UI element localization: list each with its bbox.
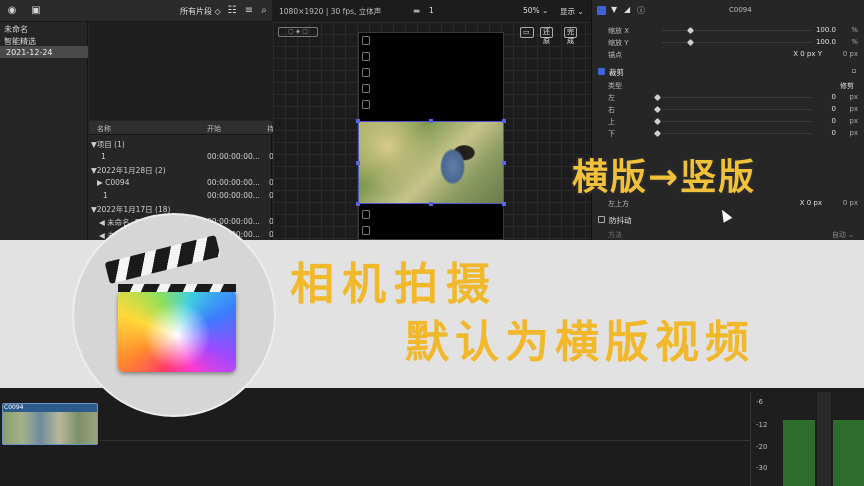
library-item[interactable]: 未命名 [4,24,28,35]
transform-handle[interactable] [356,202,360,206]
method-row[interactable]: 方法 自动 ⌄ [600,228,862,240]
anchor-row[interactable]: 锚点 X 0 px Y0 px [600,48,862,60]
transform-handle[interactable] [356,161,360,165]
display-select[interactable]: 显示 ⌄ [560,6,584,17]
stabilization-checkbox [598,216,605,223]
transform-handle[interactable] [502,161,506,165]
audio-meter-divider [817,392,831,486]
filmstrip-hole [362,52,370,61]
audio-inspector-icon[interactable]: ◢ [624,5,630,14]
crop-right-row[interactable]: 右 0 px [600,103,862,115]
banner-line-2: 默认为横版视频 [405,317,755,368]
transform-handle[interactable] [356,119,360,123]
list-row[interactable]: ▶ C0094 00:00:00:00... 0 [89,176,274,189]
inspector-toolbar: ▼ ◢ ⓘ C0094 [591,5,864,20]
video-frame-image[interactable] [358,121,504,204]
inspector-clip-name: C0094 [729,6,752,14]
audio-meter-right [833,420,864,486]
viewer-toolbar: 1080×1920 | 30 fps, 立体声 ▬ 1 50% ⌄ 显示 ⌄ [273,6,590,20]
clip-filter-select[interactable]: 所有片段 ◇ [180,6,221,17]
project-name: 1 [429,6,434,15]
meter-tick: -20 [756,443,768,451]
filmstrip-hole [362,226,370,235]
meter-tick: -30 [756,464,768,472]
clip-appearance-icon[interactable]: ☷ [226,5,238,17]
reset-button[interactable]: 还原 [540,27,553,45]
transform-handle[interactable] [429,119,433,123]
timeline-clip-thumbnail [3,412,97,444]
timeline-clip-label: C0094 [4,404,24,411]
info-inspector-icon[interactable]: ⓘ [637,5,645,16]
crop-reset-icon: ⌑ [852,67,856,76]
crop-top-row[interactable]: 上 0 px [600,115,862,127]
final-cut-logo-icon [118,290,236,372]
banner-line-1: 相机拍摄 [290,259,498,310]
filmstrip-hole [362,210,370,219]
transform-handle[interactable] [502,202,506,206]
done-button[interactable]: 完成 [564,27,577,45]
transform-handle[interactable] [429,202,433,206]
crop-section[interactable]: 裁剪 ⌑ [598,66,860,79]
clapper-bar [118,284,236,292]
libraries-icon[interactable]: ◉ [6,5,18,17]
filmstrip-hole [362,100,370,109]
browser-toolbar: ◉ ▣ 所有片段 ◇ ☷ ≡ ⌕ [0,0,272,22]
timeline-lane [100,440,750,441]
crop-left-row[interactable]: 左 0 px [600,91,862,103]
col-name[interactable]: 名称 [97,124,111,134]
filmstrip-hole [362,36,370,45]
list-row[interactable]: 1 00:00:00:00... 0 [89,150,274,163]
transform-tools[interactable]: ▢ ◈ ▢ [278,27,318,37]
crop-mode-icon[interactable]: ▭ [520,27,534,38]
list-row[interactable]: ▼2022年1月28日 (2) [89,163,272,176]
event-item-label: 2021-12-24 [6,48,53,57]
color-inspector-icon[interactable]: ▼ [611,5,617,14]
meter-tick: -6 [756,398,763,406]
crop-bottom-row[interactable]: 下 0 px [600,127,862,139]
zoom-select[interactable]: 50% ⌄ [523,6,548,15]
list-header: 名称 开始 持 [89,121,274,135]
list-row[interactable]: ▼项目 (1) [89,137,272,150]
filmstrip-hole [362,84,370,93]
list-view-icon[interactable]: ≡ [243,5,255,17]
col-start[interactable]: 开始 [207,124,221,134]
photos-icon[interactable]: ▣ [30,5,42,17]
project-icon: ▬ [413,6,421,15]
crop-checkbox [598,68,605,75]
crop-type-row[interactable]: 类型 修剪 [600,79,862,91]
audio-meter-left [783,420,815,486]
search-icon[interactable]: ⌕ [258,5,270,17]
meter-tick: -12 [756,421,768,429]
orientation-caption: 横版→竖版 [572,157,757,198]
video-inspector-icon[interactable] [597,6,606,15]
filmstrip-area [89,22,272,120]
list-row[interactable]: 1 00:00:00:00... 0 [89,189,274,202]
filmstrip-hole [362,68,370,77]
format-info: 1080×1920 | 30 fps, 立体声 [279,7,382,16]
transform-handle[interactable] [502,119,506,123]
scale-x-row[interactable]: 缩放 X 100.0% [600,24,862,36]
scale-y-row[interactable]: 缩放 Y 100.0% [600,36,862,48]
